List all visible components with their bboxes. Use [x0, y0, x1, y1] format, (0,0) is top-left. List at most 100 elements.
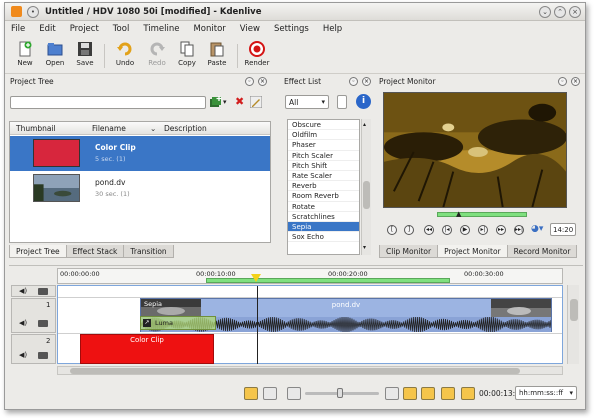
- sort-chevron-icon[interactable]: ⌄: [150, 124, 156, 133]
- close-panel-icon[interactable]: ×: [258, 77, 267, 86]
- scroll-down-icon[interactable]: ▾: [363, 244, 370, 252]
- timeline-ruler[interactable]: 00:00:00:00 00:00:10:00 00:00:20:00 00:0…: [57, 268, 563, 284]
- open-button[interactable]: Open: [41, 41, 69, 67]
- effect-item[interactable]: Rate Scaler: [288, 171, 359, 182]
- scrollbar-thumb[interactable]: [363, 181, 370, 209]
- menu-view[interactable]: View: [240, 24, 260, 34]
- set-zone-start-icon[interactable]: [: [387, 225, 397, 235]
- save-button[interactable]: Save: [71, 41, 99, 67]
- video-track-icon[interactable]: [38, 320, 48, 327]
- effect-item[interactable]: Scratchlines: [288, 212, 359, 222]
- effect-item[interactable]: Pitch Scaler: [288, 151, 359, 161]
- tab-clip-monitor[interactable]: Clip Monitor: [379, 245, 439, 258]
- video-preview[interactable]: [383, 92, 567, 208]
- effect-search-field[interactable]: [337, 95, 347, 109]
- video-track-icon[interactable]: [38, 352, 48, 359]
- rewind-icon[interactable]: ◂◂: [424, 225, 434, 235]
- timeline-zone-bar[interactable]: [206, 278, 450, 283]
- monitor-position-marker[interactable]: ▲: [456, 210, 461, 218]
- column-filename[interactable]: Filename: [92, 124, 126, 133]
- app-icon[interactable]: [11, 6, 22, 17]
- timeline-tracks[interactable]: Sepia pond.dv ↗ Luma Color Clip: [57, 285, 563, 364]
- effect-item[interactable]: Oldfilm: [288, 130, 359, 141]
- float-panel-icon[interactable]: ◦: [349, 77, 358, 86]
- scroll-up-icon[interactable]: ▴: [363, 121, 370, 129]
- set-zone-end-icon[interactable]: ]: [404, 225, 414, 235]
- color-clip[interactable]: Color Clip: [80, 334, 214, 364]
- float-panel-icon[interactable]: ◦: [245, 77, 254, 86]
- undo-button[interactable]: Undo: [111, 41, 139, 67]
- paste-button[interactable]: Paste: [203, 41, 231, 67]
- window-menu-icon[interactable]: •: [27, 6, 39, 18]
- menu-file[interactable]: File: [11, 24, 25, 34]
- menu-help[interactable]: Help: [323, 24, 342, 34]
- minimize-icon[interactable]: ⌄: [539, 6, 551, 18]
- speaker-icon[interactable]: ◀): [19, 287, 27, 295]
- effect-item[interactable]: Sepia: [288, 221, 359, 233]
- select-tool-icon[interactable]: [244, 387, 258, 400]
- copy-button[interactable]: Copy: [173, 41, 201, 67]
- go-to-end-icon[interactable]: ▸▸|: [514, 225, 524, 235]
- add-clip-dropdown-icon[interactable]: ▾: [223, 98, 227, 106]
- effect-item[interactable]: Reverb: [288, 181, 359, 192]
- tab-project-monitor[interactable]: Project Monitor: [437, 245, 508, 258]
- column-thumbnail[interactable]: Thumbnail: [16, 124, 56, 133]
- scrollbar-thumb[interactable]: [70, 368, 520, 374]
- zoom-in-icon[interactable]: [385, 387, 399, 400]
- tab-transition[interactable]: Transition: [123, 245, 174, 258]
- playhead-marker[interactable]: [251, 274, 261, 282]
- audio-meter-icon[interactable]: ◕▾: [531, 224, 545, 236]
- video-track-icon[interactable]: [38, 288, 48, 295]
- split-audio-icon[interactable]: [441, 387, 455, 400]
- timeline-horizontal-scrollbar[interactable]: [57, 366, 563, 375]
- speaker-icon[interactable]: ◀): [19, 319, 27, 327]
- previous-frame-icon[interactable]: |◂: [442, 225, 452, 235]
- time-format-select[interactable]: hh:mm:ss::ff ▾: [515, 386, 577, 400]
- razor-tool-icon[interactable]: [263, 387, 277, 400]
- luma-transition[interactable]: ↗ Luma: [140, 316, 216, 330]
- column-description[interactable]: Description: [164, 124, 207, 133]
- close-panel-icon[interactable]: ×: [571, 77, 580, 86]
- menu-tool[interactable]: Tool: [113, 24, 130, 34]
- scrollbar-thumb[interactable]: [570, 299, 578, 321]
- effect-item[interactable]: Rotate: [288, 202, 359, 212]
- tab-project-tree[interactable]: Project Tree: [9, 245, 67, 258]
- effect-item[interactable]: Pitch Shift: [288, 161, 359, 171]
- play-icon[interactable]: ▶: [460, 225, 470, 235]
- effect-item[interactable]: Room Reverb: [288, 191, 359, 202]
- render-button[interactable]: Render: [243, 41, 271, 67]
- effect-item[interactable]: Sox Echo: [288, 232, 359, 243]
- timeline-vertical-scrollbar[interactable]: [567, 285, 579, 364]
- next-frame-icon[interactable]: ▸|: [478, 225, 488, 235]
- list-item-color-clip[interactable]: Color Clip 5 sec. (1): [10, 136, 270, 171]
- delete-clip-icon[interactable]: ✖: [235, 95, 244, 108]
- menu-project[interactable]: Project: [70, 24, 99, 34]
- new-button[interactable]: New: [11, 41, 39, 67]
- monitor-timecode-field[interactable]: 14:20: [550, 223, 576, 236]
- tab-effect-stack[interactable]: Effect Stack: [65, 245, 125, 258]
- menu-settings[interactable]: Settings: [274, 24, 309, 34]
- monitor-zone-bar[interactable]: [437, 212, 527, 217]
- close-icon[interactable]: ×: [569, 6, 581, 18]
- effect-filter-select[interactable]: All ▾: [285, 95, 329, 109]
- close-panel-icon[interactable]: ×: [362, 77, 371, 86]
- info-icon[interactable]: i: [356, 94, 371, 109]
- project-search-input[interactable]: [10, 96, 206, 109]
- thumbnail-toggle-icon[interactable]: [461, 387, 475, 400]
- fit-zoom-icon[interactable]: [421, 387, 435, 400]
- playhead-line[interactable]: [257, 286, 258, 364]
- effect-item[interactable]: Obscure: [288, 120, 359, 131]
- edit-clip-icon[interactable]: [250, 96, 262, 108]
- zoom-slider-handle[interactable]: [337, 388, 343, 398]
- zoom-out-icon[interactable]: [287, 387, 301, 400]
- zoom-slider[interactable]: [305, 388, 379, 398]
- speaker-icon[interactable]: ◀): [19, 351, 27, 359]
- forward-icon[interactable]: ▸▸: [496, 225, 506, 235]
- menu-monitor[interactable]: Monitor: [193, 24, 225, 34]
- float-panel-icon[interactable]: ◦: [558, 77, 567, 86]
- effect-item[interactable]: Phaser: [288, 140, 359, 151]
- menu-timeline[interactable]: Timeline: [143, 24, 179, 34]
- list-item-pond-dv[interactable]: pond.dv 30 sec. (1): [10, 171, 270, 206]
- snap-icon[interactable]: [403, 387, 417, 400]
- maximize-icon[interactable]: ⌃: [554, 6, 566, 18]
